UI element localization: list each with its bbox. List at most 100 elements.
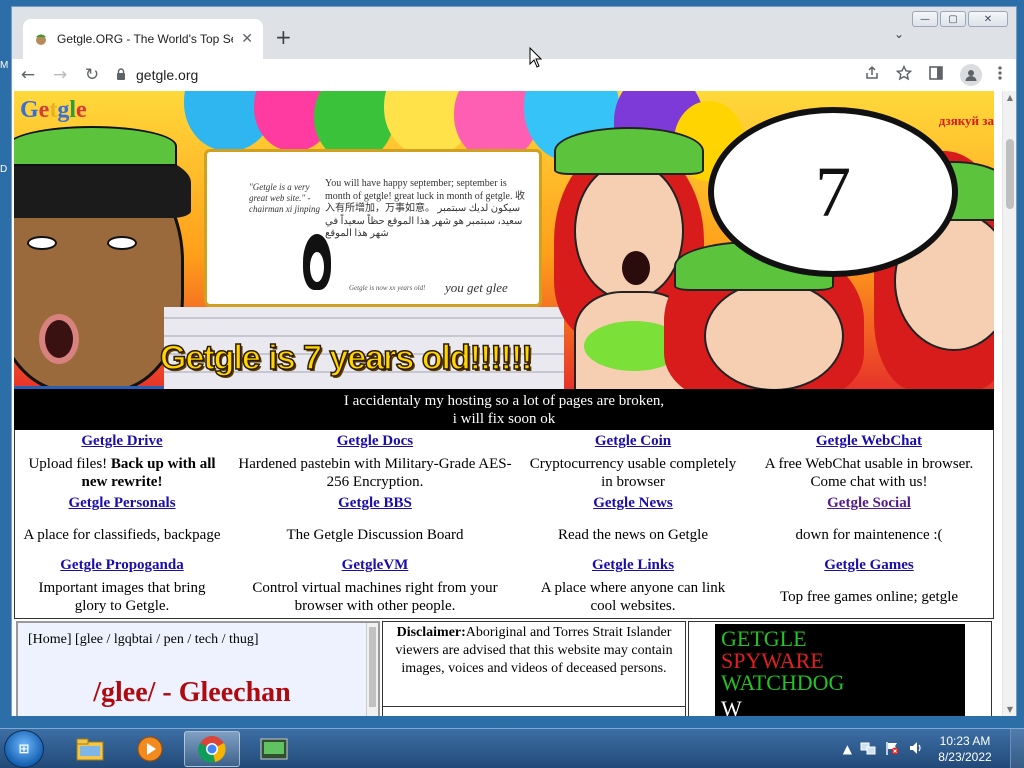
service-link[interactable]: Getgle Coin (527, 430, 739, 454)
scroll-up-icon[interactable]: ▲ (1003, 93, 1016, 102)
back-button[interactable]: ← (12, 65, 44, 85)
flag-icon[interactable] (884, 740, 900, 759)
service-description: Upload files! Back up with all new rewri… (21, 454, 223, 492)
getgle-page: Getgle "Getgle is a very great web site.… (14, 91, 994, 716)
show-hidden-icons[interactable]: ▲ (843, 742, 852, 756)
service-card: Getgle Games Top free games online; getgl… (745, 554, 993, 616)
desktop-icon-label: D (0, 164, 8, 175)
banner-foreign-text: дзякуй за (938, 113, 994, 128)
minimize-button[interactable]: — (912, 11, 938, 27)
cartoon-man-illustration (14, 126, 197, 389)
service-link[interactable]: Getgle Links (527, 554, 739, 578)
service-description-plain: A place where anyone can link cool websi… (540, 580, 726, 614)
banner-caption: Getgle is 7 years old!!!!!! (159, 338, 533, 378)
scroll-down-icon[interactable]: ▼ (1003, 705, 1016, 714)
sidebar-icon[interactable] (928, 65, 944, 85)
terminal-icon[interactable] (246, 731, 302, 767)
spyware-watchdog-ad[interactable]: GETGLE SPYWARE WATCHDOG W (715, 624, 965, 716)
service-description-text: A free WebChat usable in browser. Come c… (751, 455, 987, 491)
profile-icon[interactable] (960, 64, 982, 86)
service-card: Getgle Drive Upload files! Back up with a… (15, 430, 229, 492)
ad-line-2: SPYWARE (721, 648, 824, 673)
service-description-text: down for maintenence :( (795, 526, 942, 544)
ad-line-1: GETGLE (721, 626, 807, 651)
service-card: GetgleVM Control virtual machines right f… (229, 554, 521, 616)
service-link[interactable]: Getgle Drive (21, 430, 223, 454)
anniversary-banner: Getgle "Getgle is a very great web site.… (14, 91, 994, 389)
window-controls: — ▢ ✕ (912, 11, 1008, 27)
board-nav[interactable]: [Home] [glee / lgqbtai / pen / tech / th… (28, 632, 259, 648)
address-bar[interactable]: getgle.org (116, 67, 864, 83)
volume-icon[interactable] (908, 740, 924, 759)
service-description: A free WebChat usable in browser. Come c… (751, 454, 987, 492)
start-button[interactable]: ⊞ (4, 730, 44, 768)
penguin-illustration (303, 234, 331, 290)
board-title: /glee/ - Gleechan (93, 677, 291, 708)
service-description: down for maintenence :( (751, 516, 987, 554)
media-player-icon[interactable] (122, 731, 178, 767)
ad-box: GETGLE SPYWARE WATCHDOG W (688, 621, 992, 716)
explorer-icon[interactable] (62, 731, 118, 767)
disclaimer-box: Disclaimer:Aboriginal and Torres Strait … (382, 621, 686, 716)
service-description-plain: A place for classifieds, backpage (23, 527, 221, 543)
service-description: Hardened pastebin with Military-Grade AE… (235, 454, 515, 492)
notice-line-1: I accidentaly my hosting so a lot of pag… (343, 393, 665, 409)
getgle-favicon-icon (33, 31, 49, 47)
service-description-plain: A free WebChat usable in browser. Come c… (764, 456, 974, 490)
whiteboard-small-text: Getgle is now xx years old! (349, 284, 426, 292)
service-card: Getgle Propoganda Important images that b… (15, 554, 229, 616)
service-description-text: Top free games online; getgle (780, 588, 958, 606)
title-bar: Getgle.ORG - The World's Top Sear ✕ + ⌄ … (12, 7, 1016, 59)
service-card: Getgle Links A place where anyone can lin… (521, 554, 745, 616)
cartoon-girl-illustration (704, 281, 844, 389)
service-link[interactable]: Getgle BBS (235, 492, 515, 516)
url-text[interactable]: getgle.org (136, 67, 198, 83)
tab-search-icon[interactable]: ⌄ (894, 27, 904, 41)
frame-scrollbar[interactable] (366, 623, 378, 716)
page-viewport[interactable]: Getgle "Getgle is a very great web site.… (12, 91, 1016, 716)
service-description: The Getgle Discussion Board (235, 516, 515, 554)
star-icon[interactable] (895, 64, 913, 85)
service-description-text: Hardened pastebin with Military-Grade AE… (235, 455, 515, 491)
ad-line-3: WATCHDOG (721, 670, 845, 695)
share-icon[interactable] (864, 65, 880, 85)
gleechan-frame[interactable]: [Home] [glee / lgqbtai / pen / tech / th… (16, 621, 380, 716)
maximize-button[interactable]: ▢ (940, 11, 966, 27)
clock[interactable]: 10:23 AM 8/23/2022 (932, 733, 998, 765)
browser-toolbar: ← → ↻ getgle.org (12, 59, 1016, 91)
service-link[interactable]: Getgle Social (751, 492, 987, 516)
show-desktop-button[interactable] (1010, 729, 1024, 768)
lock-icon[interactable] (116, 67, 126, 83)
ad-line-4: W (721, 696, 742, 717)
service-link[interactable]: Getgle Docs (235, 430, 515, 454)
tab-close-icon[interactable]: ✕ (241, 31, 253, 47)
mouse-cursor-icon (529, 47, 543, 68)
menu-icon[interactable] (998, 65, 1002, 85)
browser-tab[interactable]: Getgle.ORG - The World's Top Sear ✕ (23, 19, 263, 59)
forward-button[interactable]: → (44, 65, 76, 85)
service-link[interactable]: Getgle Personals (21, 492, 223, 516)
network-icon[interactable] (860, 740, 876, 759)
service-description: Read the news on Getgle (527, 516, 739, 554)
service-description-text: Upload files! Back up with all new rewri… (21, 455, 223, 491)
page-scrollbar[interactable]: ▲ ▼ (1002, 91, 1016, 716)
service-link[interactable]: GetgleVM (235, 554, 515, 578)
service-link[interactable]: Getgle Propoganda (21, 554, 223, 578)
service-card: Getgle News Read the news on Getgle (521, 492, 745, 554)
new-tab-button[interactable]: + (275, 25, 292, 49)
service-link[interactable]: Getgle WebChat (751, 430, 987, 454)
tab-title: Getgle.ORG - The World's Top Sear (57, 32, 234, 46)
whiteboard-glee-text: you get glee (445, 280, 508, 295)
service-link[interactable]: Getgle Games (751, 554, 987, 578)
system-tray: ▲ 10:23 AM 8/23/2022 (843, 733, 998, 765)
windows-logo-icon: ⊞ (18, 741, 30, 757)
bubble-number: 7 (815, 151, 851, 232)
service-description-text: Cryptocurrency usable completely in brow… (527, 455, 739, 491)
chrome-icon[interactable] (184, 731, 240, 767)
reload-button[interactable]: ↻ (76, 65, 108, 85)
scroll-thumb[interactable] (1006, 139, 1014, 209)
service-description-plain: Hardened pastebin with Military-Grade AE… (238, 456, 512, 490)
service-link[interactable]: Getgle News (527, 492, 739, 516)
service-description-text: A place for classifieds, backpage (24, 526, 221, 544)
close-window-button[interactable]: ✕ (968, 11, 1008, 27)
